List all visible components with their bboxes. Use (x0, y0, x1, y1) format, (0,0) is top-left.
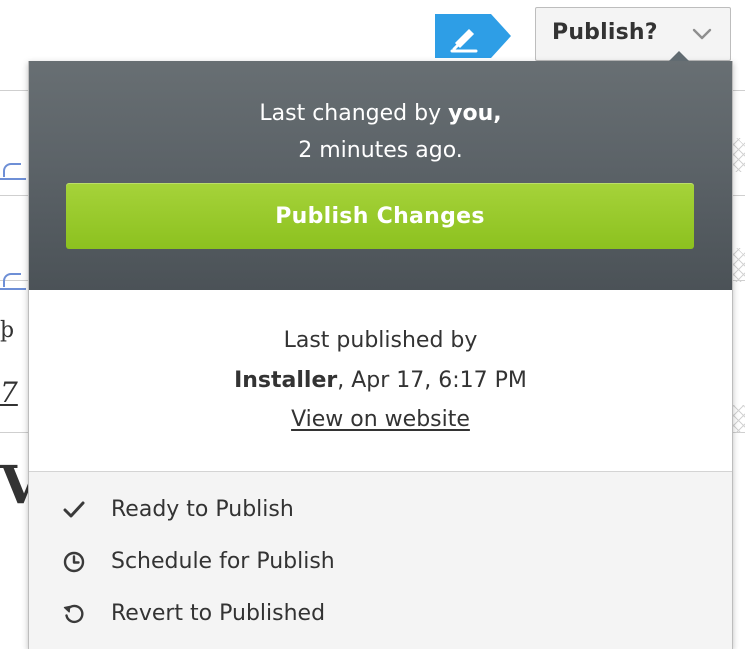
action-label: Revert to Published (111, 601, 326, 626)
action-label: Schedule for Publish (111, 549, 335, 574)
last-published-detail: Installer, Apr 17, 6:17 PM (29, 368, 732, 393)
menu-pointer (669, 51, 689, 61)
last-published-label: Last published by (283, 328, 478, 353)
background-link-fragment[interactable] (0, 270, 26, 290)
schedule-for-publish-item[interactable]: Schedule for Publish (29, 540, 732, 584)
publish-menu: Last changed by you, 2 minutes ago. Publ… (28, 51, 733, 649)
last-changed-text: Last changed by you, (29, 101, 732, 126)
pencil-icon (435, 14, 511, 58)
revert-icon (63, 604, 84, 624)
draft-status-section: Last changed by you, 2 minutes ago. Publ… (29, 61, 732, 290)
edit-button[interactable] (435, 14, 511, 58)
last-published-time: , Apr 17, 6:17 PM (337, 368, 527, 393)
background-text-fragment: þ (0, 318, 15, 343)
publish-changes-button[interactable]: Publish Changes (66, 183, 694, 249)
publish-actions: Ready to Publish Schedule for Publish Re… (29, 471, 732, 649)
published-status-section: Last published by Installer, Apr 17, 6:1… (29, 290, 732, 471)
checkmark-icon (63, 501, 85, 518)
publish-dropdown-toggle[interactable]: Publish? (535, 7, 731, 61)
last-changed-time: 2 minutes ago. (298, 138, 463, 163)
clock-icon (63, 551, 85, 573)
view-on-website-row: View on website (29, 407, 732, 432)
publish-toggle-label: Publish? (552, 20, 658, 45)
background-text-fragment: 7 (0, 376, 18, 409)
last-published-user: Installer (234, 368, 338, 393)
chevron-down-icon (692, 28, 712, 40)
last-changed-user: you, (448, 101, 502, 126)
revert-to-published-item[interactable]: Revert to Published (29, 592, 732, 636)
last-changed-prefix: Last changed by (259, 101, 442, 126)
view-on-website-link[interactable]: View on website (291, 407, 470, 432)
background-heading-fragment: V (0, 455, 41, 516)
background-link-fragment[interactable] (0, 160, 26, 180)
action-label: Ready to Publish (111, 497, 294, 522)
ready-to-publish-item[interactable]: Ready to Publish (29, 488, 732, 532)
